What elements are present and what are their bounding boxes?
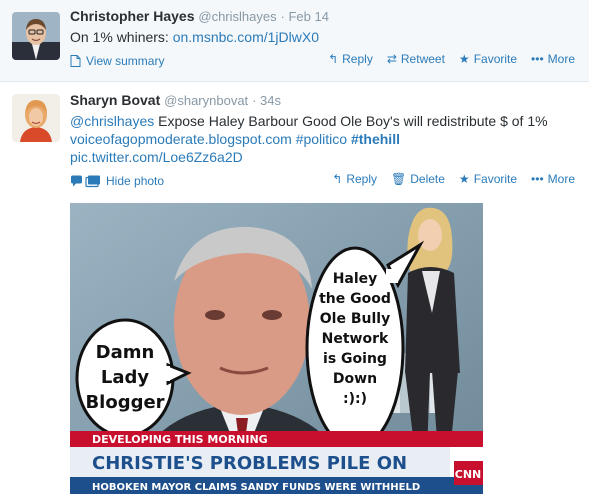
more-button[interactable]: ••• More [531,172,575,186]
view-summary-label: View summary [86,54,165,68]
reply-button[interactable]: ↰ Reply [332,172,377,186]
tweet-link[interactable]: on.msnbc.com/1jDlwX0 [173,29,319,45]
tweet-photo[interactable]: Damn Lady Blogger Haley the Good Ole Bul… [70,203,483,494]
bubble-left-line-2: Lady [101,367,150,388]
tweet-actions: ↰ Reply ⇄ Retweet ★ Favorite ••• More [328,52,575,66]
favorite-button[interactable]: ★ Favorite [459,172,517,186]
mention-link[interactable]: @chrislhayes [70,113,154,129]
more-button[interactable]: ••• More [531,52,575,66]
bubble-left-line-3: Blogger [85,392,164,413]
delete-icon: 🗑 [391,172,407,186]
hashtag-politico[interactable]: #politico [296,131,347,147]
avatar-chrislhayes[interactable] [12,12,60,60]
tweet-header: Sharyn Bovat @sharynbovat · 34s [70,92,281,108]
hide-photo-label: Hide photo [106,174,165,188]
banner-top-text: DEVELOPING THIS MORNING [92,433,268,446]
bubble-right-line-7: :):) [343,391,367,407]
tweet-chrislhayes: Christopher Hayes @chrislhayes · Feb 14 … [0,0,589,82]
favorite-icon: ★ [458,52,470,66]
bubble-left-line-1: Damn [96,342,155,363]
reply-icon: ↰ [332,172,343,186]
tweet-text-prefix: On 1% whiners: [70,29,169,45]
tweet-header: Christopher Hayes @chrislhayes · Feb 14 [70,8,329,24]
favorite-icon: ★ [458,172,470,186]
author-handle[interactable]: @sharynbovat [164,93,248,108]
photo-icon [71,175,100,187]
bubble-right-line-3: Ole Bully [320,311,390,327]
tweet-text: On 1% whiners: on.msnbc.com/1jDlwX0 [70,28,319,46]
more-icon: ••• [531,172,544,186]
bubble-right-line-5: is Going [323,351,387,367]
tweet-actions: ↰ Reply 🗑 Delete ★ Favorite ••• More [332,172,575,186]
more-icon: ••• [531,52,544,66]
site-link[interactable]: voiceofagopmoderate.blogspot.com [70,131,292,147]
author-handle[interactable]: @chrislhayes [198,9,276,24]
tweet-text-line-3: pic.twitter.com/Loe6Zz6a2D [70,148,243,166]
reply-button[interactable]: ↰ Reply [328,52,373,66]
banner-sub-text: HOBOKEN MAYOR CLAIMS SANDY FUNDS WERE WI… [92,482,420,493]
bubble-right-line-4: Network [322,331,389,347]
author-name[interactable]: Christopher Hayes [70,8,194,24]
tweet-timestamp[interactable]: Feb 14 [288,9,328,24]
banner-main-text: CHRISTIE'S PROBLEMS PILE ON [92,453,407,474]
view-summary-link[interactable]: View summary [70,54,164,68]
favorite-button[interactable]: ★ Favorite [459,52,517,66]
bubble-right-line-2: the Good [319,291,391,307]
cnn-logo: CNN [455,468,482,481]
tweet-timestamp[interactable]: 34s [260,93,281,108]
retweet-button[interactable]: ⇄ Retweet [387,52,445,66]
tweet-text-line-1: @chrislhayes Expose Haley Barbour Good O… [70,112,548,130]
avatar-sharynbovat[interactable] [12,94,60,142]
tweet-text-line-2: voiceofagopmoderate.blogspot.com #politi… [70,130,400,148]
hide-photo-link[interactable]: Hide photo [70,174,164,188]
delete-button[interactable]: 🗑 Delete [391,172,445,186]
tweet-sharynbovat: Sharyn Bovat @sharynbovat · 34s @chrislh… [0,82,589,494]
bubble-right-line-6: Down [333,371,377,387]
reply-icon: ↰ [328,52,339,66]
summary-icon [70,55,81,67]
hashtag-thehill[interactable]: #thehill [351,131,400,147]
pic-link[interactable]: pic.twitter.com/Loe6Zz6a2D [70,149,243,165]
retweet-icon: ⇄ [386,52,397,66]
bubble-right-line-1: Haley [333,271,378,287]
author-name[interactable]: Sharyn Bovat [70,92,160,108]
tweet-text-body: Expose Haley Barbour Good Ole Boy's will… [154,113,548,129]
